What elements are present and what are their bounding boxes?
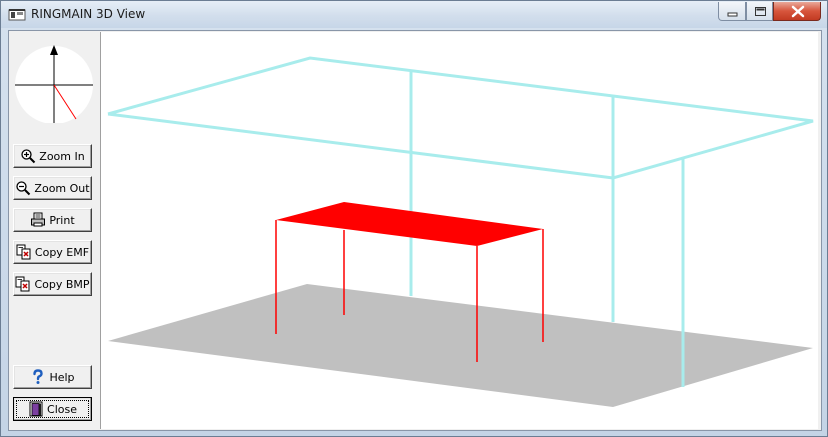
window-close-button[interactable] [773, 2, 821, 21]
app-icon [8, 9, 26, 21]
ringmain-3d-view-window: RINGMAIN 3D View Zoom In Zoom Out Print … [0, 0, 828, 437]
zoom-in-icon [21, 149, 36, 164]
help-button[interactable]: Help [13, 365, 92, 389]
maximize-button[interactable] [746, 2, 773, 21]
print-label: Print [49, 213, 75, 227]
help-label: Help [49, 370, 75, 384]
copy-emf-label: Copy EMF [34, 245, 90, 259]
tool-panel: Zoom In Zoom Out Print Copy EMF Copy BMP… [9, 31, 99, 430]
zoom-out-label: Zoom Out [34, 181, 90, 195]
copy-emf-button[interactable]: Copy EMF [13, 240, 92, 264]
door-icon [29, 401, 43, 417]
minimize-icon [727, 12, 738, 17]
close-button[interactable]: Close [13, 397, 92, 421]
zoom-in-button[interactable]: Zoom In [13, 144, 92, 168]
close-icon [791, 5, 805, 18]
floor-plane [108, 284, 813, 407]
title-bar[interactable]: RINGMAIN 3D View [1, 1, 827, 28]
client-area: Zoom In Zoom Out Print Copy EMF Copy BMP… [8, 30, 822, 431]
view-direction-compass[interactable] [14, 43, 94, 123]
help-icon [33, 369, 44, 384]
3d-viewport[interactable] [100, 32, 818, 429]
zoom-out-icon [16, 181, 31, 196]
minimize-button[interactable] [718, 2, 746, 21]
copy-bmp-icon [15, 276, 30, 292]
zoom-in-label: Zoom In [39, 149, 85, 163]
maximize-icon [755, 7, 766, 16]
copy-emf-icon [16, 244, 31, 260]
zoom-out-button[interactable]: Zoom Out [13, 176, 92, 200]
print-button[interactable]: Print [13, 208, 92, 232]
copy-bmp-label: Copy BMP [34, 277, 90, 291]
close-label: Close [47, 402, 77, 416]
copy-bmp-button[interactable]: Copy BMP [13, 272, 92, 296]
printer-icon [31, 212, 46, 227]
window-title: RINGMAIN 3D View [31, 7, 146, 21]
